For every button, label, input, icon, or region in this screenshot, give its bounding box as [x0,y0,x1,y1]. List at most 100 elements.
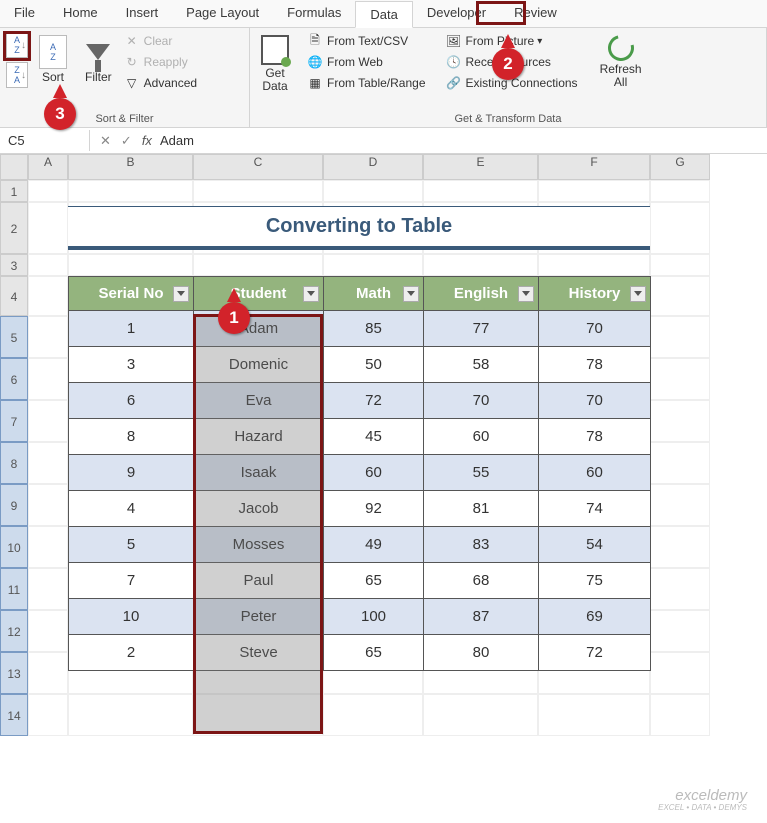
table-cell[interactable]: Paul [194,563,324,599]
row-header-2[interactable]: 2 [0,202,28,254]
cell-B3[interactable] [68,254,193,276]
table-cell[interactable]: 69 [539,599,651,635]
tab-developer[interactable]: Developer [413,0,500,27]
table-cell[interactable]: Domenic [194,347,324,383]
table-cell[interactable]: 65 [324,635,424,671]
cell-G5[interactable] [650,316,710,358]
row-header-11[interactable]: 11 [0,568,28,610]
filter-dropdown-math[interactable] [403,286,419,302]
table-cell[interactable]: Adam [194,311,324,347]
table-cell[interactable]: 10 [69,599,194,635]
cell-F1[interactable] [538,180,650,202]
cell-C1[interactable] [193,180,323,202]
table-cell[interactable]: 85 [324,311,424,347]
cell-C3[interactable] [193,254,323,276]
table-cell[interactable]: 70 [539,311,651,347]
sort-ascending-button[interactable]: AZ [6,32,28,58]
cell-E14[interactable] [423,694,538,736]
table-cell[interactable]: 1 [69,311,194,347]
cell-G12[interactable] [650,610,710,652]
table-cell[interactable]: 87 [424,599,539,635]
table-cell[interactable]: Peter [194,599,324,635]
table-cell[interactable]: 68 [424,563,539,599]
fx-icon[interactable]: fx [142,133,152,148]
name-box[interactable]: C5 [0,130,90,151]
cell-A14[interactable] [28,694,68,736]
cell-G13[interactable] [650,652,710,694]
table-cell[interactable]: 58 [424,347,539,383]
cell-G11[interactable] [650,568,710,610]
cell-A13[interactable] [28,652,68,694]
col-header-C[interactable]: C [193,154,323,180]
cell-A4[interactable] [28,276,68,316]
reapply-button[interactable]: ↻Reapply [121,53,200,71]
row-header-9[interactable]: 9 [0,484,28,526]
cell-A7[interactable] [28,400,68,442]
cell-G10[interactable] [650,526,710,568]
filter-dropdown-history[interactable] [630,286,646,302]
refresh-all-button[interactable]: Refresh All [595,32,647,91]
cell-G4[interactable] [650,276,710,316]
table-cell[interactable]: Mosses [194,527,324,563]
col-header-E[interactable]: E [423,154,538,180]
from-table-button[interactable]: ▦From Table/Range [304,74,429,92]
cell-G9[interactable] [650,484,710,526]
tab-file[interactable]: File [0,0,49,27]
table-cell[interactable]: 83 [424,527,539,563]
row-header-12[interactable]: 12 [0,610,28,652]
table-cell[interactable]: 70 [539,383,651,419]
row-header-13[interactable]: 13 [0,652,28,694]
cancel-entry-icon[interactable]: ✕ [100,133,111,149]
cell-D3[interactable] [323,254,423,276]
tab-home[interactable]: Home [49,0,112,27]
table-cell[interactable]: 70 [424,383,539,419]
col-header-F[interactable]: F [538,154,650,180]
cell-E1[interactable] [423,180,538,202]
table-cell[interactable]: 60 [539,455,651,491]
table-cell[interactable]: 9 [69,455,194,491]
tab-review[interactable]: Review [500,0,571,27]
cell-A1[interactable] [28,180,68,202]
table-header-history[interactable]: History [539,277,651,311]
get-data-button[interactable]: Get Data [256,32,294,95]
cell-D1[interactable] [323,180,423,202]
cell-A9[interactable] [28,484,68,526]
cell-G2[interactable] [650,202,710,254]
cell-G8[interactable] [650,442,710,484]
table-cell[interactable]: 92 [324,491,424,527]
cell-G3[interactable] [650,254,710,276]
table-cell[interactable]: Jacob [194,491,324,527]
row-header-8[interactable]: 8 [0,442,28,484]
clear-filter-button[interactable]: ✕Clear [121,32,200,50]
table-cell[interactable]: 78 [539,419,651,455]
col-header-A[interactable]: A [28,154,68,180]
tab-data[interactable]: Data [355,1,412,28]
cell-G14[interactable] [650,694,710,736]
table-cell[interactable]: 60 [324,455,424,491]
table-header-serial-no[interactable]: Serial No [69,277,194,311]
row-header-4[interactable]: 4 [0,276,28,316]
cell-A3[interactable] [28,254,68,276]
table-cell[interactable]: 100 [324,599,424,635]
col-header-D[interactable]: D [323,154,423,180]
table-header-student[interactable]: Student [194,277,324,311]
table-cell[interactable]: 75 [539,563,651,599]
table-cell[interactable]: 4 [69,491,194,527]
table-cell[interactable]: 5 [69,527,194,563]
filter-dropdown-serial-no[interactable] [173,286,189,302]
sort-button[interactable]: AZ Sort [34,32,72,87]
table-cell[interactable]: 45 [324,419,424,455]
table-cell[interactable]: 77 [424,311,539,347]
row-header-6[interactable]: 6 [0,358,28,400]
cell-G7[interactable] [650,400,710,442]
advanced-filter-button[interactable]: ▽Advanced [121,74,200,92]
cell-A8[interactable] [28,442,68,484]
table-cell[interactable]: 72 [539,635,651,671]
row-header-3[interactable]: 3 [0,254,28,276]
tab-page-layout[interactable]: Page Layout [172,0,273,27]
formula-value[interactable]: Adam [160,133,194,148]
row-header-14[interactable]: 14 [0,694,28,736]
table-cell[interactable]: 81 [424,491,539,527]
filter-dropdown-student[interactable] [303,286,319,302]
cell-C14[interactable] [193,694,323,736]
